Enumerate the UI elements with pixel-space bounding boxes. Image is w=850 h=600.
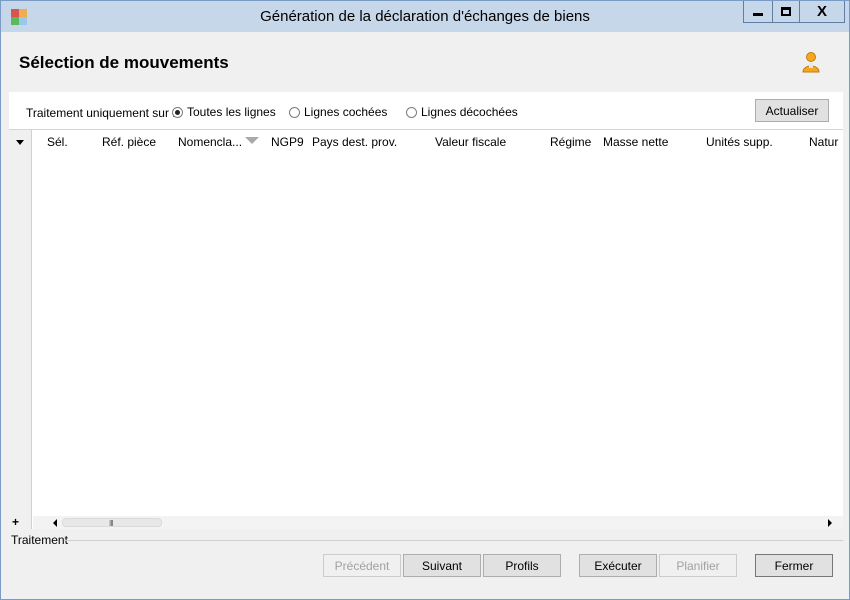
column-header-ref-piece[interactable]: Réf. pièce	[102, 135, 156, 149]
column-header-nature[interactable]: Natur	[809, 135, 838, 149]
column-header-country[interactable]: Pays dest. prov.	[312, 135, 397, 149]
radio-unchecked-lines-label: Lignes décochées	[421, 105, 518, 119]
minimize-button[interactable]	[743, 1, 773, 23]
profiles-button[interactable]: Profils	[483, 554, 561, 577]
scroll-thumb[interactable]: III	[62, 518, 162, 528]
column-header-supp-units[interactable]: Unités supp.	[706, 135, 773, 149]
column-header-sel[interactable]: Sél.	[47, 135, 68, 149]
column-header-net-mass[interactable]: Masse nette	[603, 135, 668, 149]
sort-descending-icon	[245, 137, 259, 144]
radio-all-lines[interactable]: Toutes les lignes	[172, 105, 276, 119]
close-window-button[interactable]: X	[799, 1, 845, 23]
filter-band: Traitement uniquement sur : Toutes les l…	[9, 92, 843, 129]
radio-checked-icon[interactable]	[172, 106, 183, 118]
refresh-button[interactable]: Actualiser	[755, 99, 829, 122]
grid-row-header	[9, 130, 32, 529]
scroll-grip-icon: III	[109, 519, 114, 528]
radio-all-lines-label: Toutes les lignes	[187, 105, 276, 119]
column-chooser-icon[interactable]	[16, 140, 24, 145]
grid-body[interactable]	[33, 152, 843, 516]
minimize-icon	[753, 12, 763, 16]
execute-button[interactable]: Exécuter	[579, 554, 657, 577]
page-title: Sélection de mouvements	[19, 53, 229, 72]
radio-checked-lines[interactable]: Lignes cochées	[289, 105, 387, 119]
column-header-fiscal-value[interactable]: Valeur fiscale	[435, 135, 506, 149]
movements-grid[interactable]: Sél. Réf. pièce Nomencla... NGP9 Pays de…	[9, 129, 843, 529]
title-bar[interactable]: Génération de la déclaration d'échanges …	[1, 1, 849, 32]
maximize-button[interactable]	[772, 1, 800, 23]
radio-unchecked-icon[interactable]	[289, 106, 300, 118]
column-header-regime[interactable]: Régime	[550, 135, 591, 149]
section-divider	[64, 540, 843, 541]
header-band: Sélection de mouvements	[9, 32, 843, 92]
previous-button[interactable]: Précédent	[323, 554, 401, 577]
horizontal-scrollbar[interactable]: III	[33, 516, 843, 529]
column-header-ngp9[interactable]: NGP9	[271, 135, 304, 149]
schedule-button[interactable]: Planifier	[659, 554, 737, 577]
section-label: Traitement	[11, 533, 68, 547]
main-window: Génération de la déclaration d'échanges …	[0, 0, 850, 600]
grid-header: Sél. Réf. pièce Nomencla... NGP9 Pays de…	[33, 130, 843, 152]
add-row-icon[interactable]: +	[12, 516, 19, 529]
maximize-icon	[781, 7, 791, 16]
close-icon: X	[816, 3, 827, 20]
radio-unchecked-icon[interactable]	[406, 106, 417, 118]
column-header-nomenclature[interactable]: Nomencla...	[178, 135, 242, 149]
next-button[interactable]: Suivant	[403, 554, 481, 577]
filter-label: Traitement uniquement sur :	[26, 106, 176, 120]
close-button[interactable]: Fermer	[755, 554, 833, 577]
content-frame: Sélection de mouvements Traitement uniqu…	[9, 32, 843, 593]
radio-checked-lines-label: Lignes cochées	[304, 105, 388, 119]
window-title: Génération de la déclaration d'échanges …	[260, 8, 590, 25]
scroll-right-icon[interactable]	[828, 519, 832, 527]
radio-unchecked-lines[interactable]: Lignes décochées	[406, 105, 518, 119]
user-icon[interactable]	[801, 51, 821, 73]
scroll-left-icon[interactable]	[53, 519, 57, 527]
